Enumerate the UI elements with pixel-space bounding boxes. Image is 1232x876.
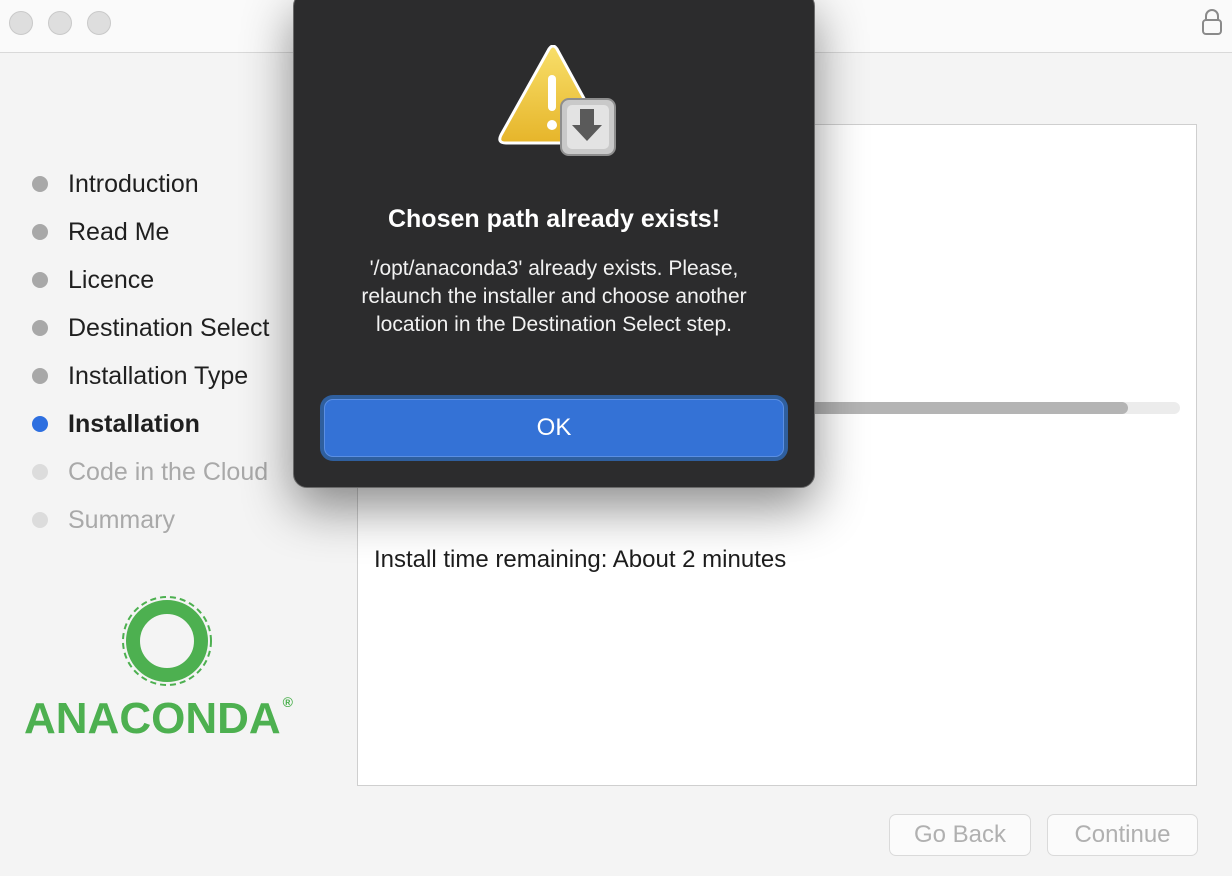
- ok-button[interactable]: OK: [324, 399, 784, 457]
- step-dot: [32, 368, 48, 384]
- install-time-remaining: Install time remaining: About 2 minutes: [374, 546, 787, 573]
- step-label: Installation: [68, 409, 200, 438]
- close-window-button[interactable]: [9, 11, 33, 35]
- step-dot: [32, 224, 48, 240]
- step-dot: [32, 320, 48, 336]
- step-destination-select: Destination Select: [0, 304, 300, 352]
- step-licence: Licence: [0, 256, 300, 304]
- zoom-window-button[interactable]: [87, 11, 111, 35]
- step-code-in-the-cloud: Code in the Cloud: [0, 448, 300, 496]
- step-introduction: Introduction: [0, 160, 300, 208]
- anaconda-wordmark: ANACONDA ®: [24, 694, 314, 744]
- step-dot: [32, 464, 48, 480]
- logo-text: ANACONDA: [24, 694, 281, 743]
- step-installation-type: Installation Type: [0, 352, 300, 400]
- step-dot: [32, 512, 48, 528]
- step-installation: Installation: [0, 400, 300, 448]
- step-dot-active: [32, 416, 48, 432]
- step-label: Summary: [68, 505, 175, 534]
- alert-dialog: Chosen path already exists! '/opt/anacon…: [293, 0, 815, 488]
- step-dot: [32, 272, 48, 288]
- alert-title: Chosen path already exists!: [387, 205, 721, 233]
- go-back-button[interactable]: Go Back: [889, 814, 1031, 856]
- registered-mark: ®: [282, 694, 293, 710]
- step-label: Licence: [68, 265, 155, 294]
- step-label: Installation Type: [68, 361, 249, 390]
- step-summary: Summary: [0, 496, 300, 544]
- step-label: Read Me: [68, 217, 170, 246]
- anaconda-logo-icon: [122, 596, 212, 686]
- warning-disk-icon: [498, 45, 616, 156]
- alert-message: '/opt/anaconda3' already exists. Please,…: [361, 257, 747, 336]
- step-label: Destination Select: [68, 313, 270, 342]
- step-label: Introduction: [68, 169, 199, 198]
- minimize-window-button[interactable]: [48, 11, 72, 35]
- lock-icon: [1202, 9, 1222, 35]
- step-dot: [32, 176, 48, 192]
- continue-button[interactable]: Continue: [1047, 814, 1198, 856]
- step-label: Code in the Cloud: [68, 457, 269, 486]
- step-read-me: Read Me: [0, 208, 300, 256]
